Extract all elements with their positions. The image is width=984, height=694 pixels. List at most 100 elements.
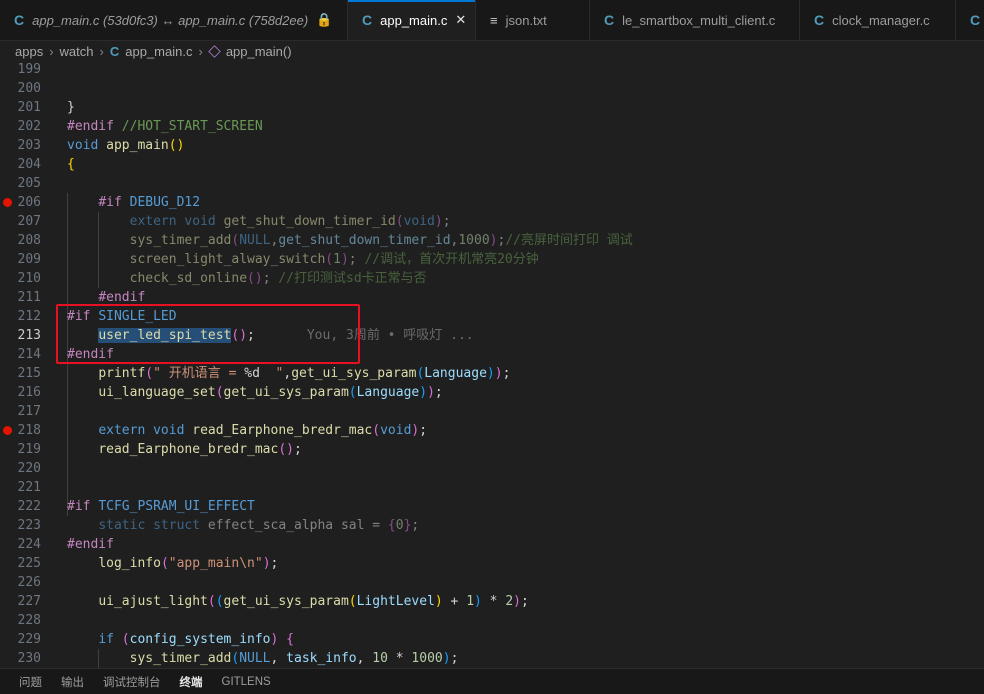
code-line[interactable]: 222 #if TCFG_PSRAM_UI_EFFECT	[0, 497, 984, 516]
code-text: sys_timer_add(NULL, task_info, 10 * 1000…	[129, 651, 459, 666]
line-number: 217	[17, 404, 41, 419]
line-number: 219	[17, 442, 41, 457]
code-line[interactable]: 204 {	[0, 155, 984, 174]
code-editor[interactable]: 199 200 201} 202 #endif //HOT_START_SCREEN 20…	[0, 60, 984, 668]
code-line[interactable]: 227 ui_ajust_light((get_ui_sys_param(Lig…	[0, 592, 984, 611]
tab-overflow[interactable]: C	[956, 0, 984, 40]
line-number: 224	[17, 537, 41, 552]
c-file-icon: C	[814, 12, 825, 28]
chevron-right-icon: ›	[99, 43, 104, 59]
breadcrumb-file[interactable]: app_main.c	[125, 44, 192, 59]
line-number: 216	[17, 385, 41, 400]
breadcrumb: apps › watch › C app_main.c › app_main()	[0, 40, 984, 62]
tab-label: json.txt	[505, 12, 547, 28]
line-number: 222	[17, 499, 41, 514]
panel-tab[interactable]: 终端	[171, 674, 213, 690]
code-text: check_sd_online(); //打印测试sd卡正常与否	[129, 271, 427, 286]
panel-tab[interactable]: 问题	[10, 674, 52, 690]
code-text: extern void get_shut_down_timer_id(void)…	[129, 214, 451, 229]
tab-label: app_main.c (53d0fc3) ↔ app_main.c (758d2…	[32, 12, 309, 28]
line-number: 214	[17, 347, 41, 362]
line-number: 218	[17, 423, 41, 438]
line-number: 226	[17, 575, 41, 590]
c-file-icon: C	[970, 12, 981, 28]
code-line[interactable]: 209 screen_light_alway_switch(1); //调试，首…	[0, 250, 984, 269]
code-line[interactable]: 226	[0, 573, 984, 592]
line-number: 213	[17, 328, 41, 343]
c-file-icon: C	[362, 12, 373, 28]
breadcrumb-function[interactable]: app_main()	[226, 44, 292, 59]
line-number: 211	[17, 290, 41, 305]
code-text: sys_timer_add(NULL,get_shut_down_timer_i…	[129, 233, 633, 248]
tab-le-smartbox-multi-client-c[interactable]: Cle_smartbox_multi_client.c	[590, 0, 800, 40]
chevron-right-icon: ›	[49, 43, 54, 59]
tab-app-main-c[interactable]: Capp_main.c ✕	[348, 0, 476, 40]
line-number: 202	[17, 119, 41, 134]
breadcrumb-apps[interactable]: apps	[15, 44, 43, 59]
code-line[interactable]: 200	[0, 79, 984, 98]
code-line[interactable]: 205	[0, 174, 984, 193]
line-number: 212	[17, 309, 41, 324]
code-line[interactable]: 216 ui_language_set(get_ui_sys_param(Lan…	[0, 383, 984, 402]
code-line[interactable]: 199	[0, 60, 984, 79]
text-file-icon: ≡	[490, 12, 498, 28]
code-text: #if DEBUG_D12	[98, 195, 201, 210]
code-line[interactable]: 228	[0, 611, 984, 630]
close-icon[interactable]: ✕	[455, 12, 466, 28]
panel-tab[interactable]: GITLENS	[213, 676, 281, 688]
code-line[interactable]: 217	[0, 402, 984, 421]
code-line[interactable]: 221	[0, 478, 984, 497]
code-line[interactable]: 207 extern void get_shut_down_timer_id(v…	[0, 212, 984, 231]
tab-json-txt[interactable]: ≡ json.txt	[476, 0, 590, 40]
code-text: static struct effect_sca_alpha sal = {0}…	[98, 518, 420, 533]
line-number: 206	[17, 195, 41, 210]
lock-icon[interactable]: 🔒	[316, 12, 332, 28]
panel-tab[interactable]: 输出	[52, 674, 94, 690]
c-file-icon: C	[14, 12, 25, 28]
line-number: 225	[17, 556, 41, 571]
line-number: 221	[17, 480, 41, 495]
line-number: 200	[17, 81, 41, 96]
code-line[interactable]: 218 extern void read_Earphone_bredr_mac(…	[0, 421, 984, 440]
code-line[interactable]: 219 read_Earphone_bredr_mac();	[0, 440, 984, 459]
code-text: log_info("app_main\n");	[98, 556, 279, 571]
panel-tab[interactable]: 调试控制台	[94, 674, 171, 690]
code-line[interactable]: 208 sys_timer_add(NULL,get_shut_down_tim…	[0, 231, 984, 250]
code-text: ui_ajust_light((get_ui_sys_param(LightLe…	[98, 594, 529, 609]
code-line[interactable]: 223 static struct effect_sca_alpha sal =…	[0, 516, 984, 535]
code-text: screen_light_alway_switch(1); //调试，首次开机常…	[129, 252, 539, 267]
code-line[interactable]: 206 #if DEBUG_D12	[0, 193, 984, 212]
line-number: 201	[17, 100, 41, 115]
code-line[interactable]: 230 sys_timer_add(NULL, task_info, 10 * …	[0, 649, 984, 668]
line-number: 227	[17, 594, 41, 609]
tab-app-main-c-53d0fc3-app-main-c-758d2ee[interactable]: Capp_main.c (53d0fc3) ↔ app_main.c (758d…	[0, 0, 348, 40]
panel-tab-bar: 问题 输出 调试控制台 终端 GITLENS	[0, 668, 984, 694]
code-text: read_Earphone_bredr_mac();	[98, 442, 302, 457]
code-line[interactable]: 202 #endif //HOT_START_SCREEN	[0, 117, 984, 136]
line-number: 199	[17, 62, 41, 77]
tab-clock-manager-c[interactable]: Cclock_manager.c	[800, 0, 956, 40]
code-line[interactable]: 210 check_sd_online(); //打印测试sd卡正常与否	[0, 269, 984, 288]
code-text: ui_language_set(get_ui_sys_param(Languag…	[98, 385, 443, 400]
line-number: 203	[17, 138, 41, 153]
code-line[interactable]: 224 #endif	[0, 535, 984, 554]
code-line[interactable]: 220	[0, 459, 984, 478]
line-number: 210	[17, 271, 41, 286]
highlight-box	[56, 304, 360, 364]
code-text: printf(" 开机语言 = %d ",get_ui_sys_param(La…	[98, 366, 511, 381]
code-text: extern void read_Earphone_bredr_mac(void…	[98, 423, 428, 438]
line-number: 229	[17, 632, 41, 647]
code-line[interactable]: 215 printf(" 开机语言 = %d ",get_ui_sys_para…	[0, 364, 984, 383]
tab-label: le_smartbox_multi_client.c	[622, 12, 776, 28]
line-number: 207	[17, 214, 41, 229]
code-line[interactable]: 225 log_info("app_main\n");	[0, 554, 984, 573]
code-text: #endif //HOT_START_SCREEN	[67, 119, 263, 134]
breadcrumb-watch[interactable]: watch	[60, 44, 94, 59]
code-line[interactable]: 201}	[0, 98, 984, 117]
code-line[interactable]: 229 if (config_system_info) {	[0, 630, 984, 649]
code-line[interactable]: 203 void app_main()	[0, 136, 984, 155]
line-number: 204	[17, 157, 41, 172]
code-text: }	[67, 100, 75, 115]
line-number: 230	[17, 651, 41, 666]
editor-tab-bar: Capp_main.c (53d0fc3) ↔ app_main.c (758d…	[0, 0, 984, 41]
